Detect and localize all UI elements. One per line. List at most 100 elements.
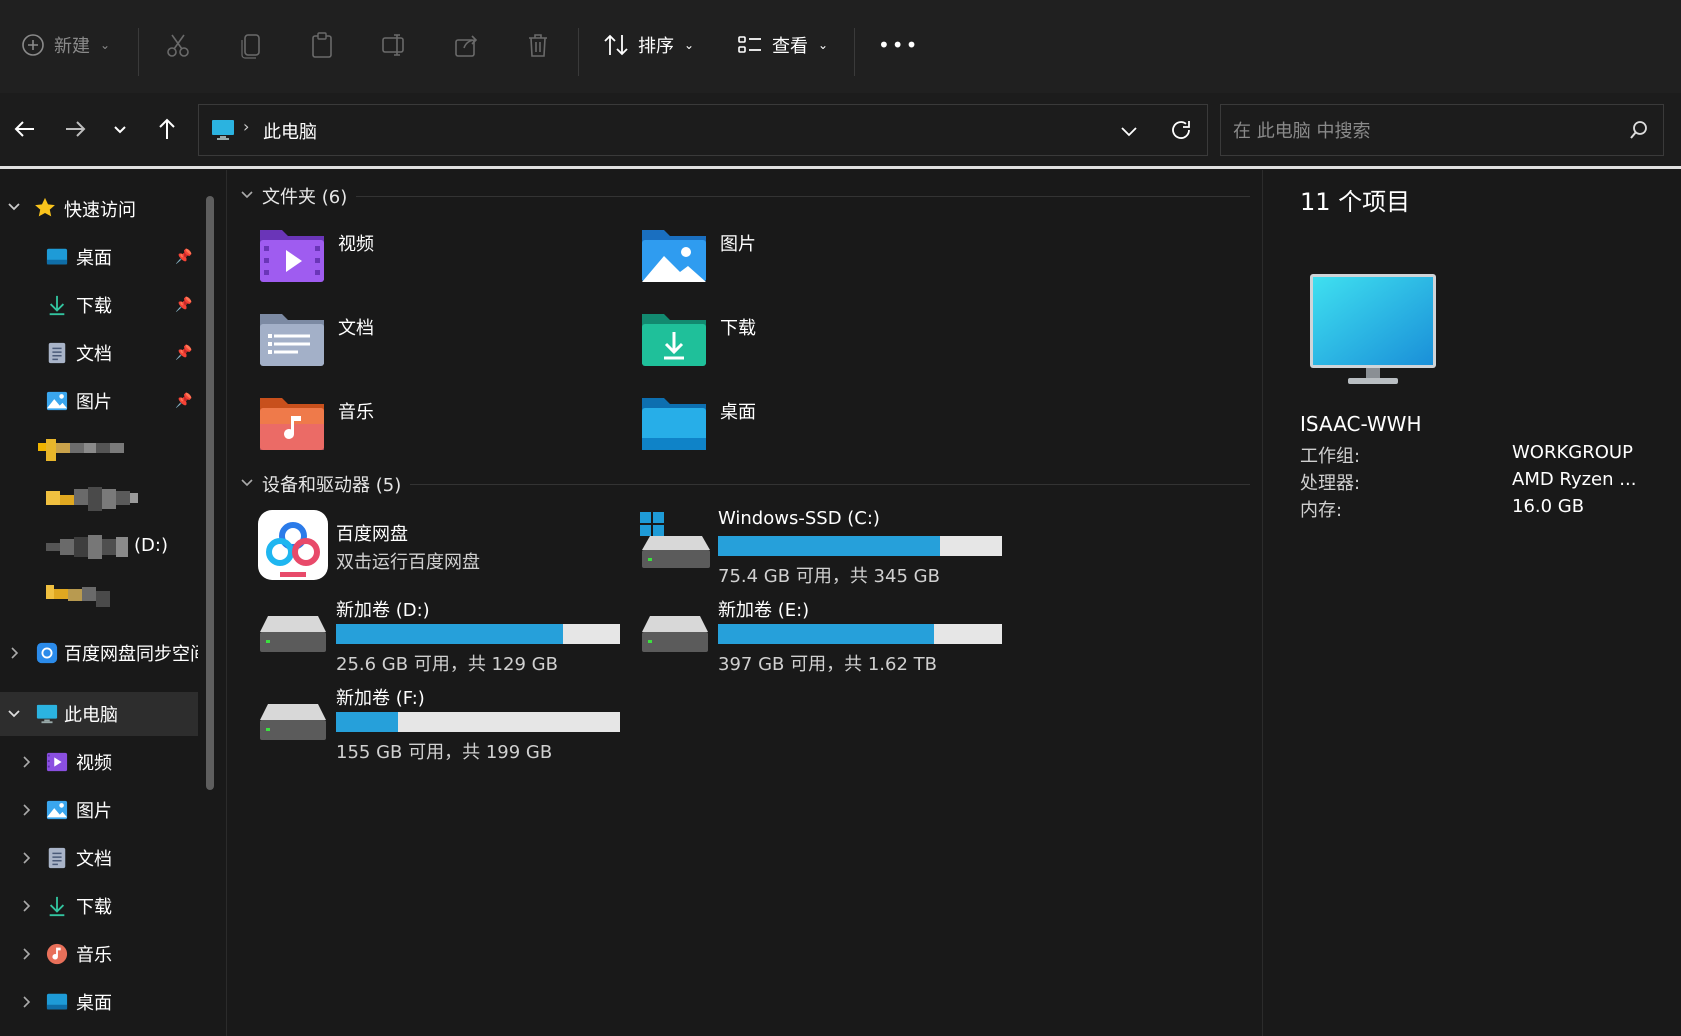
drive-usage-bar	[718, 624, 1002, 644]
ellipsis-icon: •••	[878, 33, 920, 57]
sidebar-item-pictures[interactable]: 图片	[0, 788, 198, 832]
folder-desktop[interactable]: 桌面	[640, 394, 1000, 462]
chevron-down-icon: ⌄	[100, 38, 111, 52]
folders-group-header[interactable]: 文件夹 (6)	[262, 183, 347, 209]
paste-button[interactable]	[308, 20, 336, 70]
sidebar-item-baidu-sync[interactable]: 百度网盘同步空间	[0, 631, 198, 675]
folder-pictures[interactable]: 图片	[640, 226, 1000, 294]
drive-usage-fill	[336, 712, 399, 732]
sidebar-item-documents[interactable]: 文档	[0, 836, 198, 880]
chevron-down-icon: ⌄	[684, 38, 695, 52]
drive-e[interactable]: 新加卷 (E:) 397 GB 可用，共 1.62 TB	[638, 596, 1008, 675]
sidebar-item-redacted[interactable]	[0, 571, 198, 615]
drive-name: Windows-SSD (C:)	[718, 508, 880, 529]
folder-videos[interactable]: 视频	[258, 226, 618, 294]
drive-space-text: 155 GB 可用，共 199 GB	[336, 742, 553, 763]
chevron-down-icon[interactable]	[240, 476, 254, 490]
baidu-netdisk-icon	[258, 510, 328, 580]
folder-documents[interactable]: 文档	[258, 310, 618, 378]
sidebar-label: 桌面	[76, 993, 112, 1014]
device-name: 百度网盘	[336, 524, 408, 545]
chevron-right-icon[interactable]	[18, 754, 34, 770]
sidebar-item-desktop[interactable]: 桌面	[0, 980, 198, 1024]
arrow-left-icon	[14, 121, 34, 137]
hard-drive-icon	[260, 704, 326, 740]
chevron-down-icon[interactable]	[6, 706, 22, 722]
desktop-folder-icon	[642, 398, 706, 450]
chevron-right-icon[interactable]	[6, 645, 22, 661]
sidebar-label: 下载	[76, 897, 112, 918]
search-icon[interactable]	[1629, 120, 1649, 140]
sidebar-item-redacted[interactable]	[0, 475, 198, 519]
back-button[interactable]	[10, 113, 40, 145]
sidebar-item-pictures[interactable]: 图片 📌	[0, 379, 198, 423]
memory-value: 16.0 GB	[1512, 496, 1585, 517]
chevron-right-icon[interactable]	[18, 802, 34, 818]
refresh-icon[interactable]	[1169, 118, 1193, 142]
chevron-right-icon[interactable]	[18, 946, 34, 962]
computer-name: ISAAC-WWH	[1300, 412, 1422, 436]
navigation-pane: 快速访问 桌面 📌 下载 📌 文档 📌 图片 📌 (D:) 百度网盘同步空间 此…	[0, 170, 212, 1036]
sort-label: 排序	[638, 36, 674, 57]
forward-button[interactable]	[60, 113, 90, 145]
search-input[interactable]	[1231, 115, 1615, 147]
folder-music[interactable]: 音乐	[258, 394, 618, 462]
drive-d[interactable]: 新加卷 (D:) 25.6 GB 可用，共 129 GB	[256, 596, 626, 675]
sidebar-scrollbar[interactable]	[206, 196, 214, 790]
folder-downloads[interactable]: 下载	[640, 310, 1000, 378]
breadcrumb-this-pc[interactable]: 此电脑	[263, 118, 317, 144]
chevron-down-icon[interactable]	[240, 188, 254, 202]
sidebar-item-music[interactable]: 音乐	[0, 932, 198, 976]
sidebar-item-videos[interactable]: 视频	[0, 740, 198, 784]
more-options-button[interactable]: •••	[878, 20, 919, 70]
drive-c[interactable]: Windows-SSD (C:) 75.4 GB 可用，共 345 GB	[638, 508, 1008, 587]
chevron-down-icon[interactable]	[1119, 121, 1139, 141]
device-baidu-netdisk[interactable]: 百度网盘 双击运行百度网盘	[256, 508, 626, 584]
download-icon	[49, 295, 65, 316]
chevron-down-icon[interactable]	[6, 199, 22, 215]
download-icon	[49, 896, 65, 917]
rename-button[interactable]	[380, 20, 408, 70]
sidebar-label: 下载	[76, 296, 112, 317]
devices-group-header[interactable]: 设备和驱动器 (5)	[262, 471, 401, 497]
desktop-icon	[46, 993, 68, 1010]
sidebar-item-documents[interactable]: 文档 📌	[0, 331, 198, 375]
folder-label: 图片	[720, 234, 756, 255]
sidebar-label: 此电脑	[64, 705, 118, 726]
sidebar-item-redacted[interactable]	[0, 427, 198, 471]
toolbar-divider	[854, 28, 855, 76]
pin-icon: 📌	[175, 297, 193, 313]
sidebar-label: (D:)	[134, 534, 168, 556]
baidu-sync-icon	[36, 642, 58, 664]
address-bar[interactable]: › 此电脑	[198, 104, 1208, 156]
drive-f[interactable]: 新加卷 (F:) 155 GB 可用，共 199 GB	[256, 684, 626, 763]
chevron-right-icon[interactable]	[18, 850, 34, 866]
chevron-right-icon[interactable]	[18, 994, 34, 1010]
sidebar-item-downloads[interactable]: 下载 📌	[0, 283, 198, 327]
recent-locations-button[interactable]	[108, 113, 132, 145]
trash-icon	[529, 34, 547, 57]
sidebar-item-drive-d[interactable]: (D:)	[0, 523, 198, 567]
pin-icon: 📌	[175, 345, 193, 361]
new-button[interactable]: 新建 ⌄	[20, 20, 110, 70]
folder-label: 下载	[720, 318, 756, 339]
pane-divider	[226, 170, 227, 1036]
delete-button[interactable]	[524, 20, 552, 70]
sidebar-item-desktop[interactable]: 桌面 📌	[0, 235, 198, 279]
command-bar: 新建 ⌄ 排序 ⌄ 查看 ⌄ •••	[0, 0, 1681, 93]
view-button[interactable]: 查看 ⌄	[736, 20, 828, 70]
sidebar-label: 文档	[76, 849, 112, 870]
sidebar-label: 图片	[76, 801, 112, 822]
share-button[interactable]	[452, 20, 480, 70]
sidebar-label: 音乐	[76, 945, 112, 966]
up-button[interactable]	[152, 113, 182, 145]
chevron-right-icon[interactable]	[18, 898, 34, 914]
sidebar-item-downloads[interactable]: 下载	[0, 884, 198, 928]
sidebar-item-quick-access[interactable]: 快速访问	[0, 187, 198, 231]
pin-icon: 📌	[175, 393, 193, 409]
copy-button[interactable]	[238, 20, 266, 70]
cut-button[interactable]	[164, 20, 192, 70]
search-box[interactable]	[1220, 104, 1664, 156]
sort-button[interactable]: 排序 ⌄	[602, 20, 694, 70]
sidebar-item-this-pc[interactable]: 此电脑	[0, 692, 198, 736]
